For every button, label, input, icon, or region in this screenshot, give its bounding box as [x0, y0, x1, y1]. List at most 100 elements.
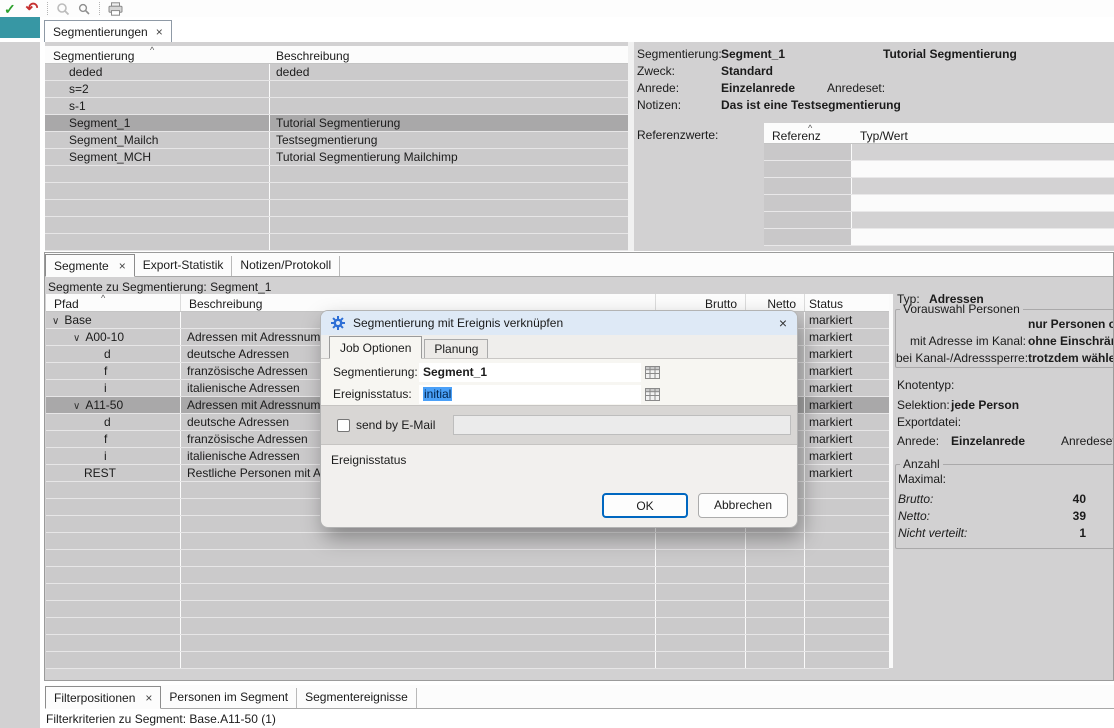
filter-section: Filterpositionen × Personen im Segment S…	[40, 681, 1114, 728]
cancel-button[interactable]: Abbrechen	[698, 493, 788, 518]
exportdatei-row: Exportdatei:	[893, 414, 961, 430]
print-icon[interactable]	[108, 2, 123, 16]
detail-anrede: Anrede: Einzelanrede Anredeset:	[637, 80, 679, 96]
empty-row	[764, 195, 1114, 212]
tab-segmente[interactable]: Segmente ×	[45, 254, 135, 277]
empty-row	[46, 601, 889, 618]
empty-row	[46, 567, 889, 584]
segmentierung-label: Segmentierung:	[333, 365, 419, 379]
kanal-value: ohne Einschränk	[1026, 333, 1113, 350]
sort-asc-icon: ^	[101, 294, 105, 302]
table-row[interactable]: s=2	[45, 81, 628, 98]
tab-notizen-protokoll[interactable]: Notizen/Protokoll	[232, 256, 340, 276]
search-icon[interactable]	[56, 2, 70, 16]
column-header-beschreibung[interactable]: Beschreibung	[181, 294, 656, 311]
anrede-row: Anrede: Einzelanrede Anredeset	[893, 433, 939, 449]
empty-row	[45, 217, 628, 234]
detail-title-value: Tutorial Segmentierung	[883, 46, 1017, 62]
gear-icon	[331, 316, 345, 330]
lookup-grid-icon[interactable]	[645, 366, 660, 379]
close-icon[interactable]: ×	[145, 692, 152, 704]
tab-job-optionen[interactable]: Job Optionen	[329, 336, 422, 359]
close-icon[interactable]: ×	[156, 26, 163, 38]
ok-button[interactable]: OK	[602, 493, 688, 518]
column-header-beschreibung[interactable]: Beschreibung	[276, 49, 349, 63]
column-header-status[interactable]: Status	[805, 294, 889, 311]
close-icon[interactable]: ×	[119, 260, 126, 272]
tab-planung[interactable]: Planung	[424, 339, 488, 358]
detail-segmentierung-value: Segment_1	[721, 46, 785, 62]
netto-value: 39	[900, 508, 1086, 524]
status-cell: markiert	[805, 448, 889, 464]
dialog-title-bar[interactable]: Segmentierung mit Ereignis verknüpfen ×	[321, 311, 797, 335]
status-cell: markiert	[805, 380, 889, 396]
left-margin-strip	[0, 42, 40, 728]
empty-row	[46, 533, 889, 550]
empty-row	[46, 652, 889, 669]
empty-row	[764, 178, 1114, 195]
anzahl-legend: Anzahl	[900, 457, 943, 471]
referenzwerte-table: ^ Referenz Typ/Wert	[764, 123, 1114, 249]
send-by-email-label: send by E-Mail	[356, 418, 435, 432]
segmentierung-field[interactable]: Segment_1	[419, 363, 641, 382]
empty-row	[764, 161, 1114, 178]
tab-personen-im-segment[interactable]: Personen im Segment	[161, 688, 297, 708]
send-by-email-checkbox[interactable]	[337, 419, 350, 432]
empty-row	[45, 166, 628, 183]
referenzwerte-header[interactable]: ^ Referenz Typ/Wert	[764, 123, 1114, 144]
vorauswahl-legend: Vorauswahl Personen	[900, 302, 1023, 316]
toolbar-separator	[99, 2, 100, 15]
email-input[interactable]	[453, 415, 791, 435]
referenzwerte-label: Referenzwerte:	[637, 127, 718, 143]
chevron-down-icon[interactable]: ∨	[73, 401, 80, 412]
undo-icon[interactable]: ↶	[26, 2, 39, 16]
dialog-help-text: Ereignisstatus	[331, 453, 406, 467]
kanal-label: mit Adresse im Kanal:	[896, 333, 1026, 350]
column-header-pfad[interactable]: ^ Pfad	[46, 294, 181, 311]
column-header-referenz[interactable]: Referenz	[772, 129, 821, 143]
status-cell: markiert	[805, 346, 889, 362]
table-row[interactable]: Segment_MailchTestsegmentierung	[45, 132, 628, 149]
chevron-down-icon[interactable]: ∨	[73, 333, 80, 344]
status-cell: markiert	[805, 363, 889, 379]
close-icon[interactable]: ×	[779, 315, 787, 331]
ereignisstatus-label: Ereignisstatus:	[333, 387, 419, 401]
empty-row	[46, 584, 889, 601]
table-row[interactable]: Segment_MCHTutorial Segmentierung Mailch…	[45, 149, 628, 166]
selektion-row: Selektion: jede Person	[893, 397, 950, 413]
knotentyp-row: Knotentyp:	[893, 377, 954, 393]
tab-export-statistik[interactable]: Export-Statistik	[135, 256, 233, 276]
tab-segmentereignisse[interactable]: Segmentereignisse	[297, 688, 417, 708]
chevron-down-icon[interactable]: ∨	[52, 316, 59, 327]
lookup-grid-icon[interactable]	[645, 388, 660, 401]
column-header-netto[interactable]: Netto	[746, 294, 805, 311]
segmentation-details-panel: Segmentierung: Segment_1 Tutorial Segmen…	[634, 42, 1114, 251]
empty-row	[45, 183, 628, 200]
maximal-label: Maximal:	[898, 471, 946, 487]
column-header-brutto[interactable]: Brutto	[656, 294, 746, 311]
table-row[interactable]: dededdeded	[45, 64, 628, 81]
link-event-dialog: Segmentierung mit Ereignis verknüpfen × …	[320, 310, 798, 528]
detail-anredeset-label: Anredeset:	[827, 80, 885, 96]
column-header-segmentierung[interactable]: Segmentierung	[53, 49, 134, 63]
column-header-typ-wert[interactable]: Typ/Wert	[860, 129, 908, 143]
segmentation-overview-section: ^ Segmentierung Beschreibung dededdeded …	[45, 42, 1114, 251]
confirm-icon[interactable]: ✓	[4, 2, 16, 16]
nicht-verteilt-value: 1	[900, 525, 1086, 541]
toolbar-separator	[47, 2, 48, 15]
status-cell: markiert	[805, 329, 889, 345]
tab-filterpositionen[interactable]: Filterpositionen ×	[45, 686, 161, 709]
segment-properties-panel: Typ: Adressen Vorauswahl Personen nur Pe…	[893, 253, 1113, 680]
table-row-selected[interactable]: Segment_1Tutorial Segmentierung	[45, 115, 628, 132]
dialog-tab-strip: Job Optionen Planung	[321, 335, 797, 359]
tab-segmentierungen[interactable]: Segmentierungen ×	[44, 20, 172, 42]
accent-block	[0, 17, 40, 38]
detail-notizen: Notizen: Das ist eine Testsegmentierung	[637, 97, 681, 113]
email-option-row: send by E-Mail	[321, 405, 797, 445]
search-small-icon[interactable]	[78, 3, 90, 15]
table-row[interactable]: s-1	[45, 98, 628, 115]
ereignisstatus-field[interactable]: initial	[419, 385, 641, 404]
segmentation-table-header[interactable]: ^ Segmentierung Beschreibung	[45, 46, 628, 64]
empty-row	[46, 635, 889, 652]
status-cell: markiert	[805, 397, 889, 413]
